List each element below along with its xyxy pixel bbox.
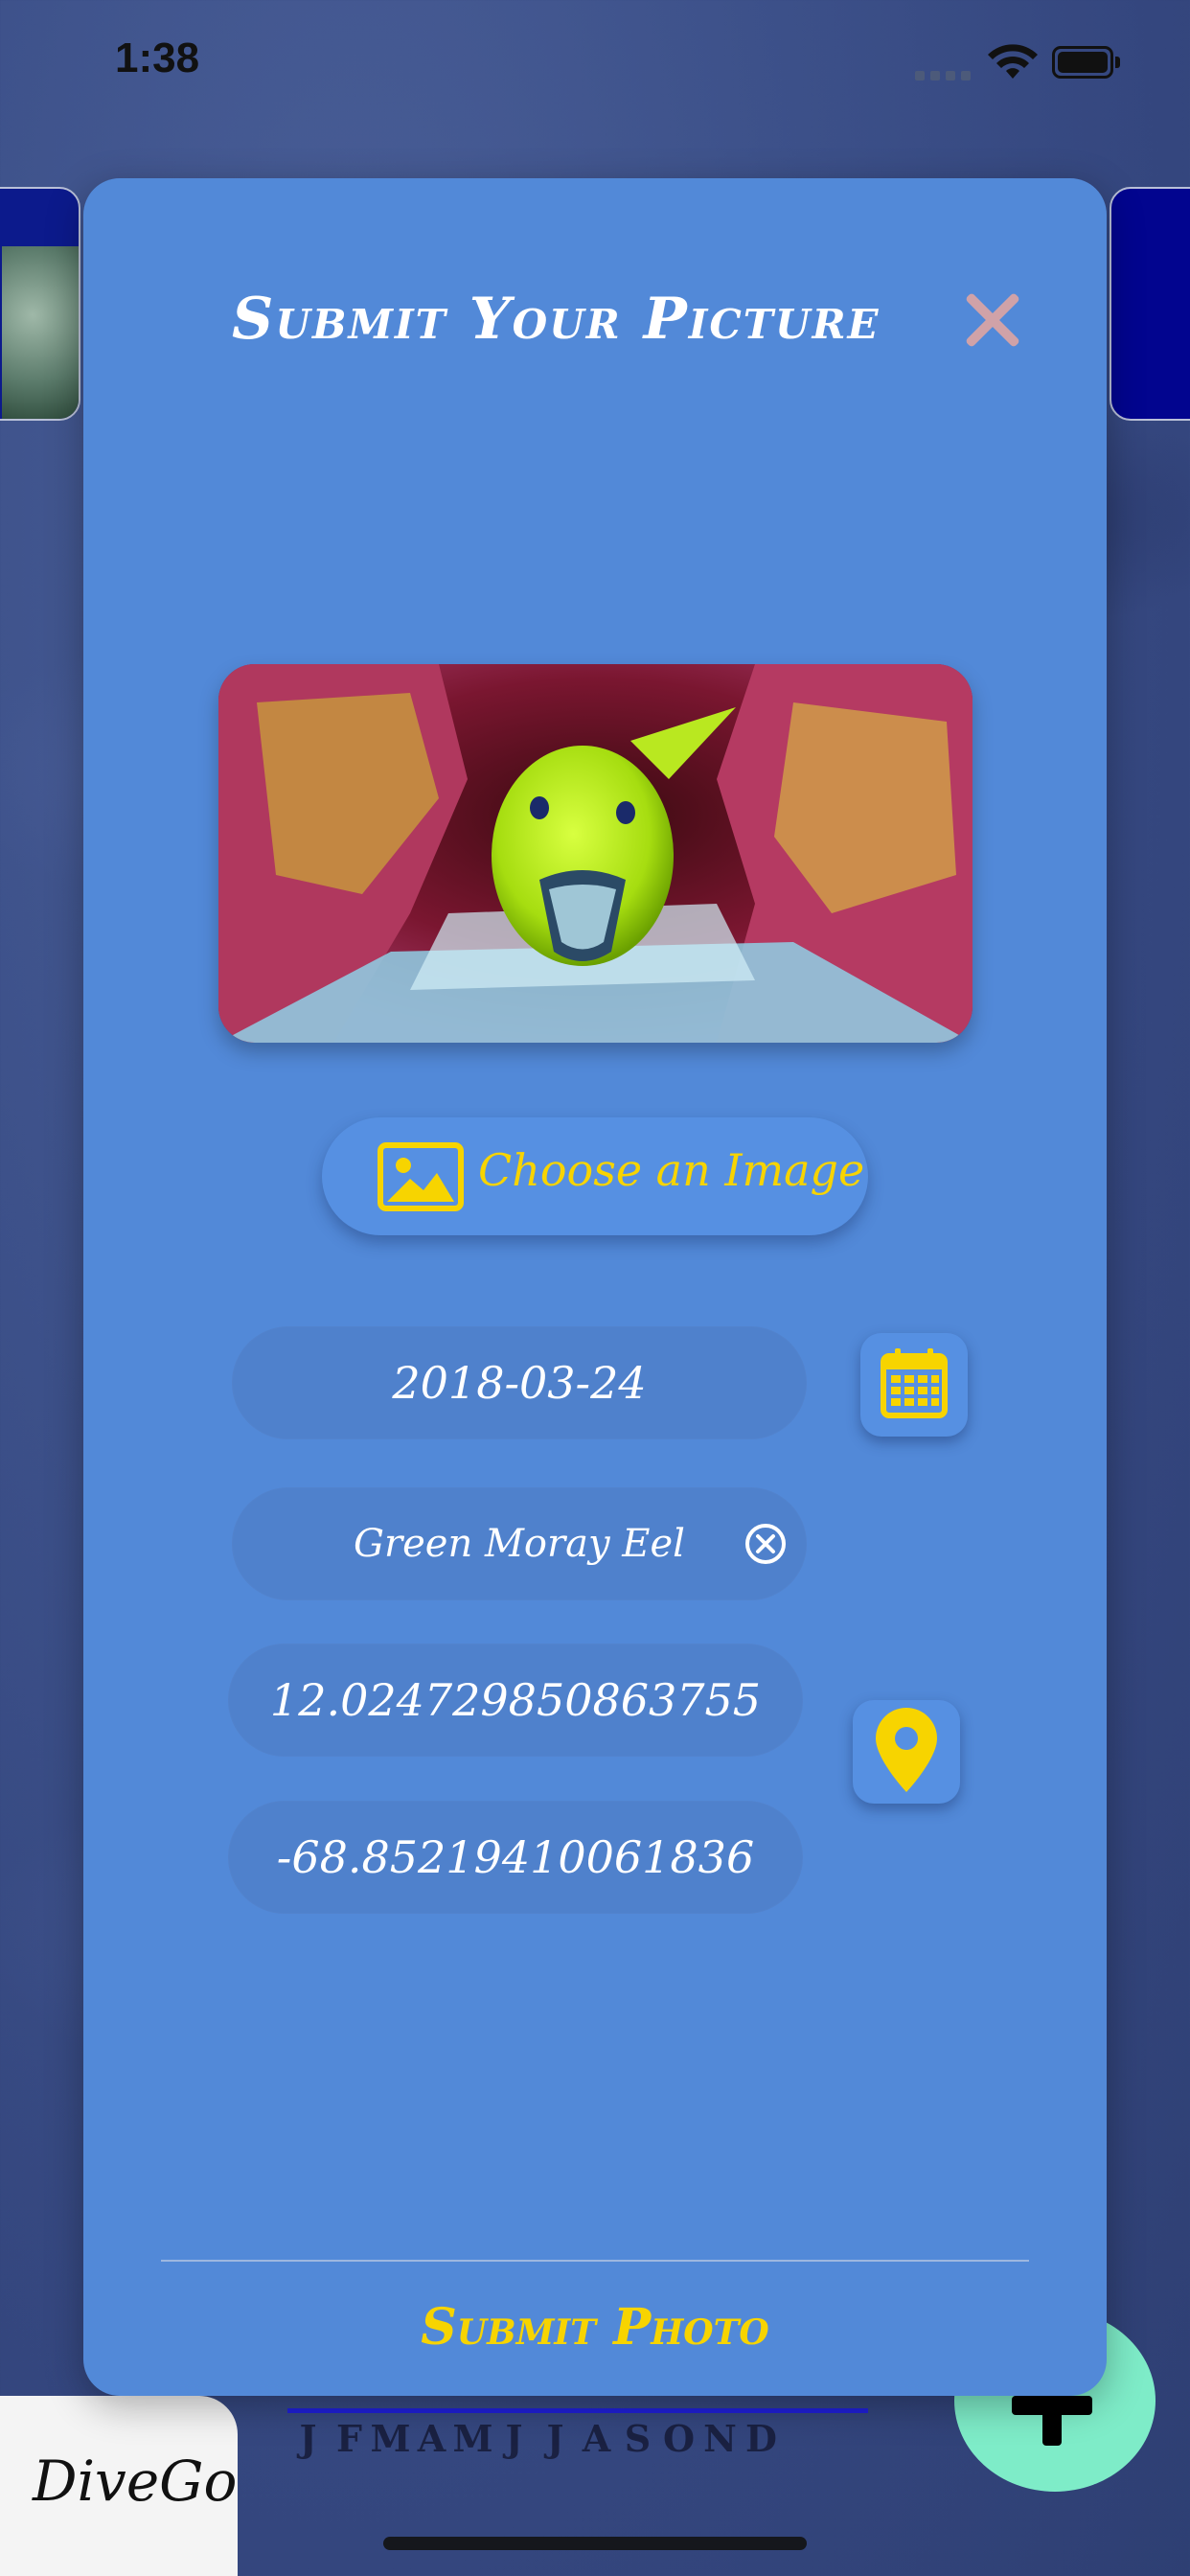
month-jun[interactable]: J [493, 2417, 535, 2460]
month-nov[interactable]: N [699, 2417, 741, 2460]
date-field[interactable]: 2018-03-24 [232, 1326, 807, 1439]
close-icon[interactable] [955, 284, 1028, 356]
image-icon [378, 1142, 464, 1211]
brand-logo-text: DiveGo [33, 2449, 238, 2514]
month-range-indicator [287, 2408, 868, 2413]
month-strip[interactable]: J F M A M J J A S O N D [287, 2417, 782, 2460]
month-dec[interactable]: D [741, 2417, 782, 2460]
wifi-icon [988, 44, 1038, 79]
cellular-signal-icon [915, 71, 971, 80]
choose-image-button[interactable]: Choose an Image [322, 1117, 868, 1235]
carousel-card-next[interactable] [1110, 187, 1190, 421]
submit-photo-button[interactable]: Submit Photo [83, 2298, 1107, 2357]
status-time: 1:38 [115, 34, 200, 81]
battery-icon [1052, 46, 1121, 79]
calendar-button[interactable] [860, 1333, 968, 1437]
longitude-value: -68.85219410061836 [276, 1831, 755, 1883]
species-field[interactable]: Green Moray Eel [232, 1487, 807, 1600]
location-button[interactable] [853, 1700, 960, 1804]
month-apr[interactable]: A [411, 2417, 452, 2460]
month-jul[interactable]: J [535, 2417, 576, 2460]
carousel-card-previous[interactable] [0, 187, 80, 421]
home-indicator[interactable] [383, 2537, 807, 2550]
carousel-card-thumbnail [2, 246, 79, 419]
month-sep[interactable]: S [617, 2417, 658, 2460]
species-value: Green Moray Eel [354, 1522, 685, 1566]
month-oct[interactable]: O [658, 2417, 699, 2460]
longitude-field[interactable]: -68.85219410061836 [228, 1801, 803, 1914]
modal-divider [161, 2260, 1029, 2262]
moray-eel-photo [218, 664, 973, 1043]
month-may[interactable]: M [452, 2417, 493, 2460]
month-aug[interactable]: A [576, 2417, 617, 2460]
choose-image-label: Choose an Image [478, 1144, 865, 1196]
latitude-value: 12.024729850863755 [269, 1674, 762, 1726]
month-mar[interactable]: M [370, 2417, 411, 2460]
location-pin-icon [876, 1708, 937, 1792]
clear-circle-x-icon[interactable] [744, 1522, 788, 1566]
date-value: 2018-03-24 [392, 1357, 647, 1409]
modal-title: Submit Your Picture [232, 286, 881, 353]
month-feb[interactable]: F [329, 2417, 370, 2460]
month-jan[interactable]: J [287, 2417, 329, 2460]
latitude-field[interactable]: 12.024729850863755 [228, 1644, 803, 1757]
submit-picture-modal: Submit Your Picture Choose an Image 2018… [83, 178, 1107, 2396]
calendar-icon [881, 1348, 948, 1418]
selected-photo-preview [218, 664, 973, 1043]
